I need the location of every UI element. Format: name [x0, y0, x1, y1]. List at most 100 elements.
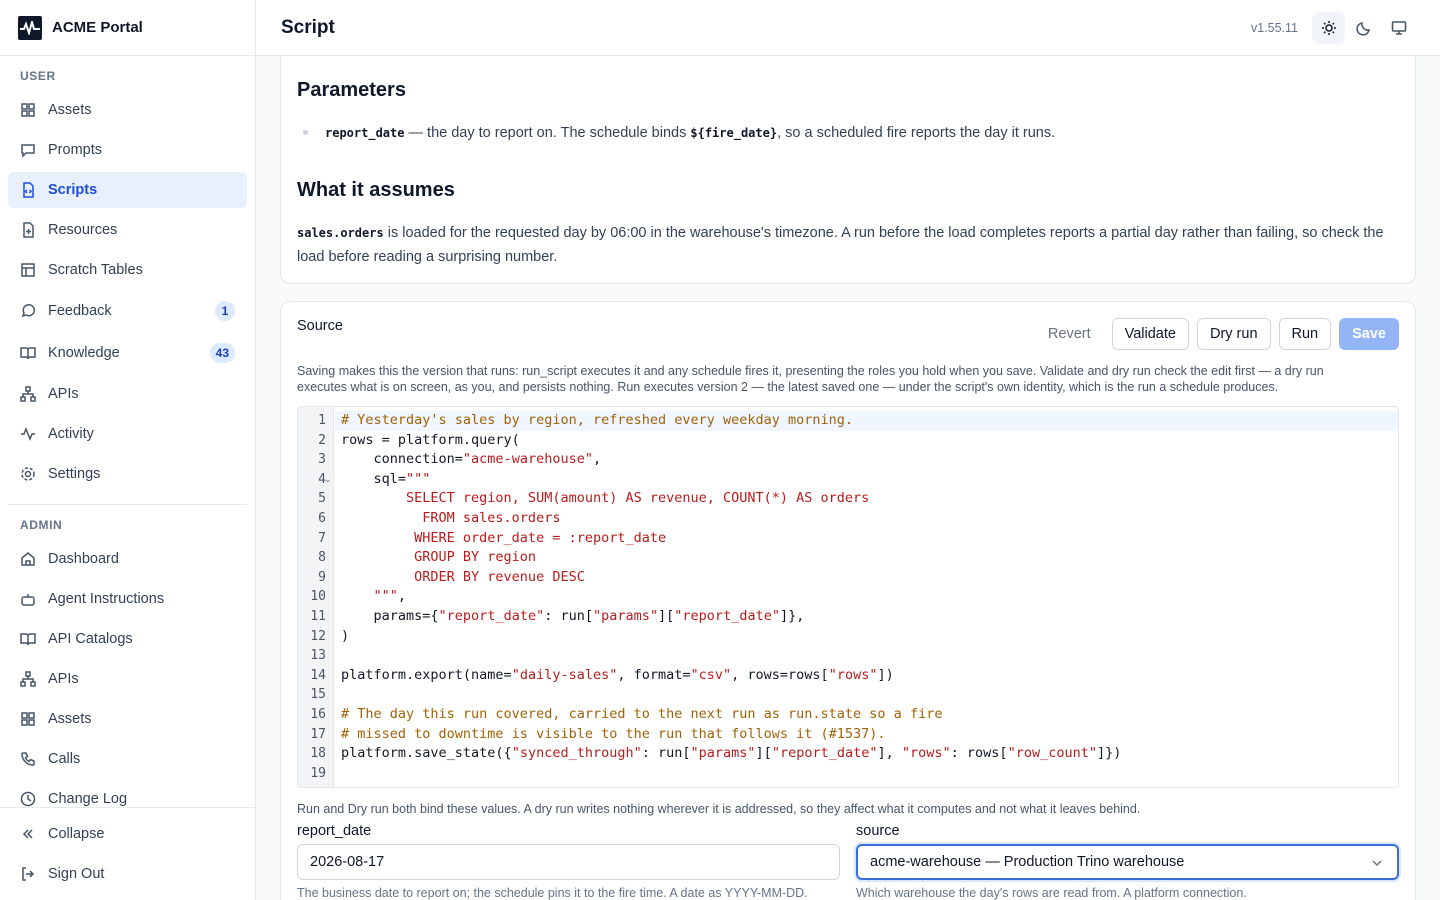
dry-run-button[interactable]: Dry run: [1196, 318, 1271, 350]
code-line: # The day this run covered, carried to t…: [341, 706, 943, 722]
message-square-icon: [20, 142, 36, 158]
sidebar-item-label: Prompts: [48, 142, 102, 158]
param-text: — the day to report on. The schedule bin…: [404, 125, 691, 141]
version-label: v1.55.11: [1250, 20, 1298, 35]
sidebar-item-label: Resources: [48, 222, 118, 238]
code-line: WHERE order_date = :report_date: [341, 529, 667, 546]
sidebar-item-settings[interactable]: Settings: [8, 456, 247, 492]
report-date-help: The business date to report on; the sche…: [297, 886, 808, 900]
code-line: params={"report_date": run["params"]["re…: [341, 608, 805, 624]
assumes-heading: What it assumes: [297, 179, 455, 201]
report-date-label: report_date: [297, 823, 372, 839]
sidebar-item-dashboard[interactable]: Dashboard: [8, 541, 247, 577]
light-theme-button[interactable]: [1312, 11, 1346, 44]
source-card: Source Revert Validate Dry run Run Save …: [280, 301, 1416, 900]
code-line: """,: [373, 588, 407, 605]
sign-out-label: Sign Out: [48, 866, 105, 882]
line-number: 16: [310, 707, 326, 722]
revert-button[interactable]: Revert: [1034, 318, 1104, 350]
param-name-code: report_date: [325, 126, 405, 140]
code-line: ): [341, 627, 350, 644]
sales-orders-code: sales.orders: [297, 226, 384, 240]
source-actions: Revert Validate Dry run Run Save: [1034, 318, 1399, 350]
line-number: 6: [318, 511, 326, 526]
sidebar-item-knowledge[interactable]: Knowledge 43: [8, 335, 247, 371]
sidebar-item-api-catalogs[interactable]: API Catalogs: [8, 621, 247, 657]
save-button[interactable]: Save: [1339, 318, 1399, 350]
source-help-text: Saving makes this the version that runs:…: [297, 363, 1399, 395]
sidebar: ACME Portal USER Assets Prompts Scripts …: [0, 0, 256, 900]
sidebar-item-scratch-tables[interactable]: Scratch Tables: [8, 252, 247, 288]
line-number: 15: [310, 687, 326, 703]
book-open-icon: [20, 345, 36, 361]
sidebar-item-activity[interactable]: Activity: [8, 416, 247, 452]
brand[interactable]: ACME Portal: [0, 0, 255, 56]
home-icon: [20, 551, 36, 567]
sidebar-footer: Collapse Sign Out: [0, 807, 255, 900]
code-line: platform.save_state({"synced_through": r…: [341, 745, 1122, 762]
fold-chevron-icon[interactable]: ⌄: [324, 474, 332, 485]
run-button[interactable]: Run: [1278, 318, 1332, 350]
line-number: 17: [310, 726, 326, 742]
code-line: # missed to downtime is visible to the r…: [341, 725, 886, 742]
code-editor[interactable]: 1 2 3 4 ⌄ 5 6 7 8 9 10 11 12 13 14 15 16 17 18 19 # Yesterd…: [297, 406, 1399, 788]
sidebar-item-prompts[interactable]: Prompts: [8, 132, 247, 168]
sidebar-item-admin-assets[interactable]: Assets: [8, 701, 247, 737]
sidebar-item-label: APIs: [48, 386, 79, 402]
sidebar-item-label: API Catalogs: [48, 631, 133, 647]
code-line: # Yesterday's sales by region, refreshed…: [341, 412, 854, 428]
dark-theme-button[interactable]: [1347, 12, 1380, 44]
grid-icon: [20, 102, 36, 118]
pulse-logo-icon: [18, 15, 42, 40]
sidebar-item-label: Dashboard: [48, 551, 119, 567]
source-select-help: Which warehouse the day's rows are read …: [856, 886, 1247, 900]
line-number: 19: [310, 765, 326, 781]
code-line: connection="acme-warehouse",: [341, 451, 602, 468]
line-number: 1: [318, 413, 326, 428]
source-help-line: Saving makes this the version that runs:…: [297, 364, 1324, 378]
sidebar-item-calls[interactable]: Calls: [8, 741, 247, 777]
code-line: GROUP BY region: [341, 549, 537, 566]
monitor-icon: [1392, 20, 1407, 35]
message-circle-icon: [20, 303, 36, 319]
collapse-button[interactable]: Collapse: [8, 816, 247, 852]
sidebar-item-label: Feedback: [48, 303, 112, 319]
sidebar-item-scripts[interactable]: Scripts: [8, 172, 247, 208]
sidebar-item-agent-instructions[interactable]: Agent Instructions: [8, 581, 247, 617]
source-select-label: source: [856, 823, 900, 839]
sign-out-button[interactable]: Sign Out: [8, 856, 247, 892]
system-theme-button[interactable]: [1383, 12, 1416, 44]
params-bind-help: Run and Dry run both bind these values. …: [297, 802, 1141, 816]
feedback-count-badge: 1: [215, 301, 235, 321]
file-code-icon: [20, 182, 36, 198]
main-content: Parameters report_date — the day to repo…: [256, 56, 1440, 900]
clock-icon: [20, 791, 36, 807]
assumes-description: sales.orders is loaded for the requested…: [297, 221, 1399, 269]
sidebar-item-admin-apis[interactable]: APIs: [8, 661, 247, 697]
fire-date-code: ${fire_date}: [690, 126, 778, 140]
user-section-label: USER: [20, 69, 56, 83]
line-number: 13: [310, 648, 326, 664]
sidebar-item-apis[interactable]: APIs: [8, 376, 247, 412]
gear-icon: [20, 466, 36, 482]
sidebar-item-feedback[interactable]: Feedback 1: [8, 293, 247, 329]
sidebar-item-label: Scratch Tables: [48, 262, 143, 278]
line-number: 3: [318, 452, 326, 468]
moon-icon: [1356, 21, 1370, 36]
line-number-gutter: 1 2 3 4 ⌄ 5 6 7 8 9 10 11 12 13 14 15 16 17 18 19: [298, 407, 334, 787]
app-name: ACME Portal: [52, 19, 143, 36]
assumes-text: is loaded for the requested day by 06:00…: [297, 225, 1384, 265]
activity-icon: [20, 426, 36, 442]
sidebar-item-assets[interactable]: Assets: [8, 92, 247, 128]
source-select[interactable]: acme-warehouse — Production Trino wareho…: [856, 844, 1399, 880]
sidebar-item-resources[interactable]: Resources: [8, 212, 247, 248]
log-out-icon: [20, 866, 36, 882]
line-number: 8: [318, 550, 326, 566]
report-date-input[interactable]: 2026-08-17: [297, 844, 840, 880]
line-number: 4: [318, 471, 326, 487]
line-number: 11: [310, 609, 326, 624]
page-title: Script: [281, 16, 335, 38]
code-line: sql=""": [341, 470, 431, 487]
line-number: 14: [310, 667, 326, 683]
validate-button[interactable]: Validate: [1111, 318, 1189, 350]
